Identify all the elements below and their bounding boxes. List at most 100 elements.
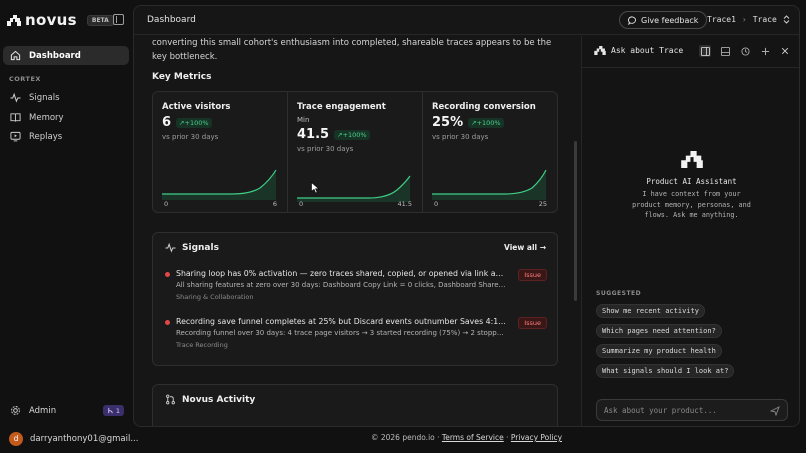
novus-activity-card: Novus Activity <box>152 384 558 426</box>
axis-max-label: 25 <box>538 200 547 208</box>
axis-max-label: 6 <box>272 200 277 208</box>
topbar: Dashboard Give feedback Trace1 › Trace <box>134 6 799 35</box>
ai-empty-state: Product AI Assistant I have context from… <box>582 151 799 221</box>
metric-compare: vs prior 30 days <box>162 133 219 141</box>
ai-panel-header: Ask about Trace <box>594 46 683 55</box>
replay-icon <box>10 131 21 142</box>
metric-title: Recording conversion <box>432 102 536 112</box>
metric-value: 6 <box>162 115 172 130</box>
dock-right-icon[interactable] <box>699 45 711 57</box>
pulse-icon <box>10 92 21 103</box>
suggestion-chip[interactable]: What signals should I look at? <box>596 364 735 378</box>
collapse-sidebar-icon[interactable] <box>113 14 124 25</box>
severity-dot <box>165 320 170 325</box>
sidebar-item-signals[interactable]: Signals <box>3 88 129 107</box>
signals-title: Signals <box>182 242 219 253</box>
sidebar-item-label: Signals <box>29 92 60 103</box>
dashboard-content: converting this small cohort's enthusias… <box>134 36 581 426</box>
signal-category: Sharing & Collaboration <box>176 293 254 301</box>
chevron-right-icon: › <box>741 15 747 24</box>
axis-min-label: 0 <box>299 200 304 208</box>
suggestion-chip[interactable]: Show me recent activity <box>596 304 705 318</box>
ai-panel-toolbar <box>699 45 791 57</box>
summary-text: converting this small cohort's enthusias… <box>152 38 552 62</box>
metric-unit: Min <box>297 116 310 124</box>
metric-trace-engagement[interactable]: Trace engagement Min 41.5 ↗+100% vs prio… <box>288 92 423 212</box>
signal-description: All sharing features at zero over 30 day… <box>176 281 506 289</box>
metric-compare: vs prior 30 days <box>432 133 489 141</box>
signal-title: Recording save funnel completes at 25% b… <box>176 317 506 326</box>
severity-dot <box>165 272 170 277</box>
breadcrumb-project[interactable]: Trace1 <box>707 15 736 24</box>
copyright-text: © 2026 pendo.io · <box>370 433 440 442</box>
signal-description: Recording funnel over 30 days: 4 trace p… <box>176 329 506 337</box>
footer-separator: · <box>506 433 509 442</box>
footer: © 2026 pendo.io · Terms of Service · Pri… <box>133 433 800 442</box>
signal-category: Trace Recording <box>176 341 228 349</box>
metric-value: 41.5 <box>297 127 330 142</box>
give-feedback-button[interactable]: Give feedback <box>619 11 708 29</box>
git-pull-request-icon <box>166 394 175 405</box>
axis-max-label: 41.5 <box>397 200 412 208</box>
sidebar-section-cortex: CORTEX <box>9 75 41 83</box>
message-icon <box>628 15 636 25</box>
metric-value: 25% <box>432 115 464 130</box>
key-metrics-card: Active visitors 6 ↗+100% vs prior 30 day… <box>152 91 558 213</box>
novus-logo-icon <box>594 46 606 55</box>
suggestion-chip[interactable]: Which pages need attention? <box>596 324 722 338</box>
suggestion-chip[interactable]: Summarize my product health <box>596 344 722 358</box>
novus-logo-icon <box>680 151 703 168</box>
privacy-link[interactable]: Privacy Policy <box>511 433 562 442</box>
signal-item[interactable]: Sharing loop has 0% activation — zero tr… <box>165 269 547 301</box>
metric-active-visitors[interactable]: Active visitors 6 ↗+100% vs prior 30 day… <box>153 92 288 212</box>
sidebar-item-memory[interactable]: Memory <box>3 108 129 127</box>
user-menu[interactable]: d darryanthony01@gmail... <box>3 429 138 448</box>
sidebar-item-dashboard[interactable]: Dashboard <box>3 46 129 65</box>
metric-recording-conversion[interactable]: Recording conversion 25% ↗+100% vs prior… <box>423 92 557 212</box>
delta-badge: ↗+100% <box>176 117 212 128</box>
key-metrics-heading: Key Metrics <box>152 72 212 82</box>
issue-badge: Issue <box>518 317 547 329</box>
signal-item[interactable]: Recording save funnel completes at 25% b… <box>165 317 547 349</box>
sidebar: novus BETA Dashboard CORTEX Signals Memo… <box>0 0 138 453</box>
home-icon <box>10 50 21 61</box>
logo[interactable]: novus BETA <box>7 11 114 29</box>
terms-link[interactable]: Terms of Service <box>442 433 504 442</box>
ai-chat-input[interactable] <box>604 404 764 417</box>
sidebar-item-admin[interactable]: Admin 1 <box>3 401 129 420</box>
history-icon[interactable] <box>739 45 751 57</box>
main-panel: Dashboard Give feedback Trace1 › Trace c… <box>133 5 800 427</box>
novus-logo-icon <box>7 14 21 26</box>
metric-compare: vs prior 30 days <box>297 145 354 153</box>
close-icon[interactable] <box>779 45 791 57</box>
signal-title: Sharing loop has 0% activation — zero tr… <box>176 269 506 278</box>
sparkline-chart <box>162 169 277 200</box>
ai-assistant-panel: Ask about Trace Product AI Assistant I h <box>581 36 799 426</box>
axis-min-label: 0 <box>434 200 439 208</box>
content-scrollbar[interactable] <box>574 141 577 301</box>
new-chat-icon[interactable] <box>759 45 771 57</box>
chevron-updown-icon[interactable] <box>783 15 790 24</box>
sidebar-item-label: Replays <box>29 131 63 142</box>
ai-assistant-description: I have context from your product memory,… <box>632 190 751 219</box>
activity-heading: Novus Activity <box>165 394 255 405</box>
dock-bottom-icon[interactable] <box>719 45 731 57</box>
activity-title: Novus Activity <box>182 394 256 405</box>
sidebar-item-replays[interactable]: Replays <box>3 127 129 146</box>
send-icon[interactable] <box>770 406 780 416</box>
ai-assistant-title: Product AI Assistant <box>646 177 737 186</box>
breadcrumb-app-selector[interactable]: Trace <box>753 15 777 24</box>
sparkline-chart <box>432 169 547 200</box>
divider <box>582 67 799 68</box>
ai-chat-input-container <box>596 399 788 421</box>
metric-title: Trace engagement <box>297 102 386 112</box>
page-title: Dashboard <box>147 15 196 25</box>
signals-heading: Signals <box>165 242 219 253</box>
axis-min-label: 0 <box>164 200 169 208</box>
view-all-signals-link[interactable]: View all → <box>504 243 546 252</box>
sidebar-item-label: Memory <box>29 112 64 123</box>
give-feedback-label: Give feedback <box>641 15 699 25</box>
sidebar-item-label: Admin <box>29 405 57 416</box>
delta-badge: ↗+100% <box>334 129 370 140</box>
merge-icon <box>108 407 113 414</box>
